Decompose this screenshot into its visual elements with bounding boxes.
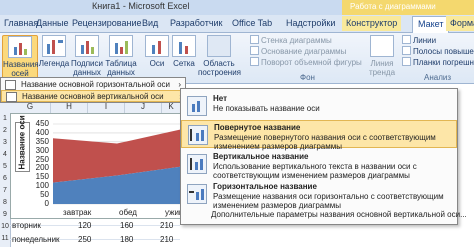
gridlines-button[interactable]: Сетка bbox=[167, 35, 201, 79]
tab-office-tab[interactable]: Office Tab bbox=[232, 16, 272, 31]
table-cell[interactable]: вторник bbox=[12, 221, 41, 230]
x-tick-label: обед bbox=[119, 208, 137, 217]
trendline-button: Линия тренда bbox=[364, 35, 400, 79]
chart-area[interactable]: Название оси 0 50 100 150 200 250 300 350 400 450… bbox=[10, 113, 184, 219]
data-labels-button[interactable]: Подписи данных bbox=[70, 35, 104, 79]
chart-floor-icon bbox=[250, 46, 259, 55]
plot-area bbox=[53, 123, 181, 205]
option-vertical-title[interactable]: Вертикальное название Использование верт… bbox=[181, 150, 457, 180]
tab-design[interactable]: Конструктор bbox=[342, 16, 402, 31]
chart-wall-icon bbox=[250, 35, 259, 44]
row-header[interactable]: 5 bbox=[0, 163, 10, 170]
row-header[interactable]: 10 bbox=[0, 223, 10, 230]
data-labels-icon bbox=[75, 35, 99, 57]
tab-home[interactable]: Главная bbox=[4, 16, 38, 31]
axis-titles-menu: Название основной горизонтальной оси › Н… bbox=[0, 77, 187, 103]
vertical-axis-title-submenu: Нет Не показывать название оси Повернуто… bbox=[180, 88, 467, 225]
horizontal-title-icon bbox=[187, 184, 207, 204]
table-cell[interactable]: 120 bbox=[78, 221, 91, 230]
option-horizontal-title[interactable]: Горизонтальное название Размещение назва… bbox=[181, 180, 457, 210]
menu-item-horizontal-axis-title[interactable]: Название основной горизонтальной оси › bbox=[1, 79, 185, 90]
data-table-button[interactable]: Таблица данных bbox=[104, 35, 138, 79]
3d-rotation-icon bbox=[250, 57, 259, 66]
error-bars-icon bbox=[402, 57, 411, 66]
lines-button[interactable]: Линии bbox=[402, 35, 436, 45]
vertical-axis-title-icon bbox=[6, 92, 17, 102]
data-table-icon bbox=[109, 35, 133, 57]
group-label-background: Фон bbox=[300, 73, 315, 82]
no-title-icon bbox=[187, 96, 207, 116]
row-header[interactable]: 9 bbox=[0, 211, 10, 218]
context-tab-header: Работа с диаграммами bbox=[342, 0, 474, 15]
trendline-icon bbox=[370, 35, 394, 57]
horizontal-axis-title-icon bbox=[5, 80, 16, 90]
x-tick-label: завтрак bbox=[63, 208, 92, 217]
tab-data[interactable]: Данные bbox=[36, 16, 69, 31]
row-header[interactable]: 6 bbox=[0, 175, 10, 182]
chart-wall-button: Стенка диаграммы bbox=[250, 35, 332, 45]
row-header[interactable]: 4 bbox=[0, 151, 10, 158]
more-axis-title-options-link[interactable]: Дополнительные параметры названия основн… bbox=[211, 210, 467, 219]
ribbon-tabs: Главная Данные Рецензирование Вид Разраб… bbox=[0, 15, 474, 33]
plot-area-button[interactable]: Область построения bbox=[198, 35, 241, 79]
error-bars-button[interactable]: Планки погрешностей bbox=[402, 57, 474, 67]
context-tab-label: Работа с диаграммами bbox=[350, 2, 436, 11]
table-cell[interactable]: 180 bbox=[120, 235, 133, 244]
vertical-title-icon bbox=[187, 154, 207, 174]
table-cell[interactable]: понедельник bbox=[12, 235, 60, 244]
tab-addins[interactable]: Надстройки bbox=[286, 16, 335, 31]
tab-format[interactable]: Формат bbox=[446, 16, 474, 31]
menu-item-vertical-axis-title[interactable]: Название основной вертикальной оси › bbox=[1, 90, 187, 102]
table-cell[interactable]: 160 bbox=[120, 221, 133, 230]
table-cell[interactable]: 210 bbox=[160, 235, 173, 244]
table-cell[interactable]: 210 bbox=[160, 221, 173, 230]
row-header[interactable]: 3 bbox=[0, 139, 10, 146]
legend-icon bbox=[42, 35, 66, 57]
group-label-analysis: Анализ bbox=[424, 73, 452, 82]
option-rotated-title[interactable]: Повернутое название Размещение повернуто… bbox=[181, 120, 457, 151]
rotated-title-icon bbox=[188, 125, 208, 145]
row-header[interactable]: 1 bbox=[0, 115, 10, 122]
tab-view[interactable]: Вид bbox=[142, 16, 158, 31]
tab-layout[interactable]: Макет bbox=[412, 16, 450, 33]
axis-titles-button[interactable]: Названия осей bbox=[2, 35, 39, 81]
up-down-bars-button[interactable]: Полосы повышения bbox=[402, 46, 474, 56]
3d-rotation-button: Поворот объемной фигуры bbox=[250, 57, 362, 67]
plot-area-icon bbox=[207, 35, 231, 57]
tab-developer[interactable]: Разработчик bbox=[170, 16, 222, 31]
gridlines-icon bbox=[172, 35, 196, 57]
lines-icon bbox=[402, 35, 411, 44]
option-none[interactable]: Нет Не показывать название оси bbox=[181, 92, 457, 118]
legend-button[interactable]: Легенда bbox=[37, 35, 71, 79]
chart-floor-button: Основание диаграммы bbox=[250, 46, 346, 56]
row-header[interactable]: 11 bbox=[0, 235, 10, 242]
axis-titles-icon bbox=[8, 36, 32, 58]
tab-review[interactable]: Рецензирование bbox=[72, 16, 142, 31]
axes-icon bbox=[145, 35, 169, 57]
window-title: Книга1 - Microsoft Excel bbox=[92, 1, 190, 11]
up-down-bars-icon bbox=[402, 46, 411, 55]
table-cell[interactable]: 250 bbox=[78, 235, 91, 244]
row-header[interactable]: 2 bbox=[0, 127, 10, 134]
row-header[interactable]: 8 bbox=[0, 199, 10, 206]
row-header[interactable]: 7 bbox=[0, 187, 10, 194]
